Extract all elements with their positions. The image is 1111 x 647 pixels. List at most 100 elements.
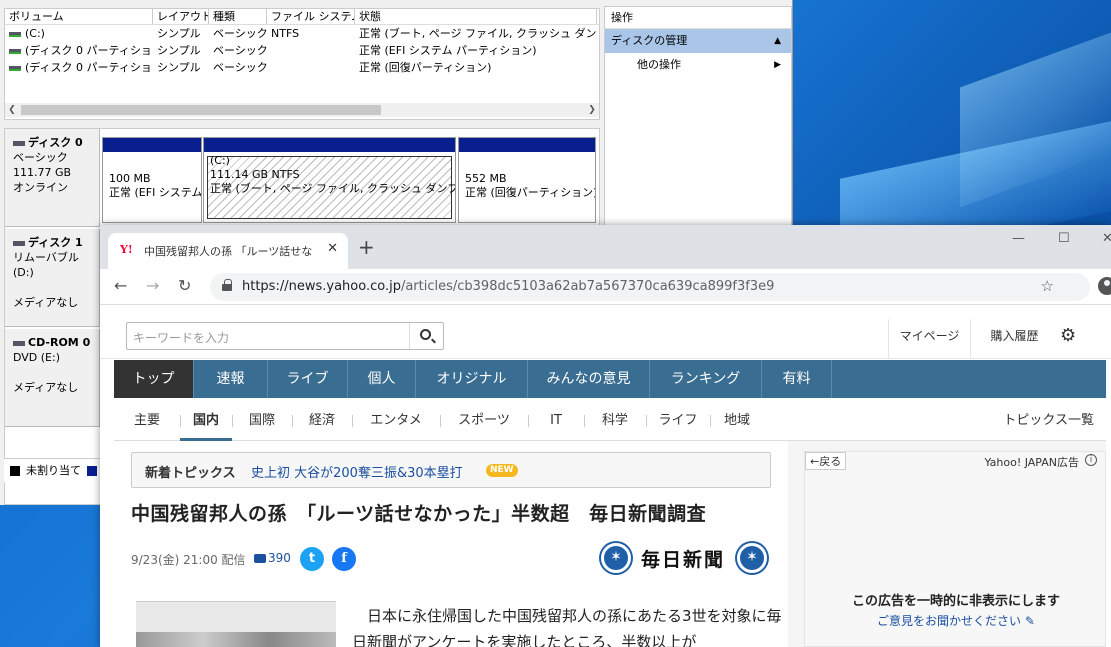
disk-title: ディスク 1 <box>28 236 83 249</box>
forward-icon[interactable]: → <box>146 277 159 295</box>
tab-economy[interactable]: 経済 <box>292 401 352 441</box>
gnav-paid[interactable]: 有料 <box>762 360 832 398</box>
tab-main[interactable]: 主要 <box>114 401 180 441</box>
volume-fs <box>267 59 355 76</box>
article-body: 日本に永住帰国した中国残留邦人の孫にあたる3世を対象に毎日新聞がアンケートを実施… <box>352 607 782 647</box>
volume-layout: シンプル <box>157 61 201 74</box>
horizontal-scrollbar[interactable]: ❮ ❯ <box>5 103 599 117</box>
action-other[interactable]: 他の操作 ▶ <box>605 53 791 77</box>
tab-strip: Y! 中国残留邦人の孫 「ルーツ話せな ✕ + — ☐ ✕ <box>100 225 1111 269</box>
gnav-top[interactable]: トップ <box>114 360 194 398</box>
partition-recovery[interactable]: 552 MB 正常 (回復パーティション) <box>458 137 596 223</box>
purchase-history-link[interactable]: 購入履歴 <box>970 319 1058 359</box>
partition-c[interactable]: (C:) 111.14 GB NTFS 正常 (ブート, ページ ファイル, クラッ… <box>203 137 456 223</box>
volume-row[interactable]: (ディスク 0 パーティション 4) シンプル ベーシック 正常 (回復パーティ… <box>5 59 599 76</box>
disk-icon <box>13 140 25 146</box>
scrollbar-thumb[interactable] <box>21 105 381 115</box>
actions-title: 操作 <box>605 7 791 29</box>
url-path: /articles/cb398dc5103a62ab7a567370ca639c… <box>400 279 775 294</box>
col-filesystem[interactable]: ファイル システム <box>267 9 355 24</box>
search-button[interactable] <box>409 323 443 349</box>
tab-it[interactable]: IT <box>528 401 584 441</box>
disk-1-label[interactable]: ディスク 1 リムーバブル (D:) メディアなし <box>5 229 100 327</box>
search-icon <box>420 329 431 340</box>
partition-size: 552 MB <box>465 172 507 185</box>
scroll-right-icon[interactable]: ❯ <box>585 103 599 117</box>
disk-icon <box>13 240 25 246</box>
volume-layout: シンプル <box>157 44 201 57</box>
tab-region[interactable]: 地域 <box>710 401 764 441</box>
bookmark-star-icon[interactable]: ☆ <box>1041 277 1054 295</box>
disk-type: リムーバブル (D:) <box>13 251 79 279</box>
col-status[interactable]: 状態 <box>355 9 597 24</box>
tab-life[interactable]: ライフ <box>646 401 710 441</box>
browser-tab[interactable]: Y! 中国残留邦人の孫 「ルーツ話せな ✕ <box>108 233 348 269</box>
partition-label: (C:) <box>210 154 230 167</box>
new-topics-headline[interactable]: 史上初 大谷が200奪三振&30本塁打 <box>251 462 463 481</box>
gnav-individual[interactable]: 個人 <box>348 360 416 398</box>
gnav-original[interactable]: オリジナル <box>416 360 528 398</box>
ad-panel: ←戻る Yahoo! JAPAN広告 i この広告を一時的に非表示にします ご意… <box>804 451 1106 647</box>
address-bar[interactable]: https://news.yahoo.co.jp/articles/cb398d… <box>210 273 1111 301</box>
maximize-icon[interactable]: ☐ <box>1058 231 1070 246</box>
volume-type: ベーシック <box>213 61 267 74</box>
close-tab-icon[interactable]: ✕ <box>327 241 338 256</box>
volume-layout: シンプル <box>157 27 201 40</box>
disk-state: メディアなし <box>13 296 79 309</box>
cdrom-0-label[interactable]: CD-ROM 0 DVD (E:) メディアなし <box>5 329 100 427</box>
comments-link[interactable]: 390 <box>254 551 291 565</box>
volume-name: (ディスク 0 パーティション 4) <box>25 61 153 74</box>
volume-status: 正常 (ブート, ページ ファイル, クラッシュ ダンプ, ベーシ <box>359 27 597 40</box>
ad-back-button[interactable]: ←戻る <box>805 452 847 470</box>
browser-toolbar: ← → ↻ https://news.yahoo.co.jp/articles/… <box>100 269 1111 305</box>
ad-feedback-link[interactable]: ご意見をお聞かせください ✎ <box>805 612 1107 629</box>
tab-sports[interactable]: スポーツ <box>440 401 528 441</box>
volume-list-header: ボリューム レイアウト 種類 ファイル システム 状態 <box>5 9 599 25</box>
tab-international[interactable]: 国際 <box>232 401 292 441</box>
gnav-live[interactable]: ライブ <box>268 360 348 398</box>
info-icon[interactable]: i <box>1085 454 1097 466</box>
partition-status: 正常 (EFI システム <box>109 186 201 199</box>
article-image[interactable] <box>136 601 336 647</box>
col-layout[interactable]: レイアウト <box>153 9 209 24</box>
collapse-up-icon[interactable]: ▲ <box>774 29 781 53</box>
disk-0-label[interactable]: ディスク 0 ベーシック 111.77 GB オンライン <box>5 129 100 227</box>
gnav-opinions[interactable]: みんなの意見 <box>528 360 650 398</box>
tab-science[interactable]: 科学 <box>584 401 646 441</box>
publisher-logo[interactable]: 毎日新聞 <box>601 541 771 575</box>
back-icon[interactable]: ← <box>114 277 127 295</box>
tab-title: 中国残留邦人の孫 「ルーツ話せな <box>144 245 313 258</box>
account-icon[interactable] <box>1098 277 1111 295</box>
ad-hidden-message: この広告を一時的に非表示にします <box>851 594 1060 609</box>
scroll-left-icon[interactable]: ❮ <box>5 103 19 117</box>
action-disk-management[interactable]: ディスクの管理 ▲ <box>605 29 791 53</box>
volume-row[interactable]: (ディスク 0 パーティション 1) シンプル ベーシック 正常 (EFI シス… <box>5 42 599 59</box>
close-window-icon[interactable]: ✕ <box>1102 231 1111 246</box>
external-edit-icon: ✎ <box>1024 614 1035 628</box>
lock-icon[interactable] <box>222 279 232 291</box>
yahoo-header: キーワードを入力 マイページ 購入履歴 ⚙ <box>100 305 1111 359</box>
topics-list-link[interactable]: トピックス一覧 <box>1003 401 1094 441</box>
tab-domestic[interactable]: 国内 <box>180 401 232 441</box>
reload-icon[interactable]: ↻ <box>178 277 191 295</box>
volume-status: 正常 (EFI システム パーティション) <box>359 44 537 57</box>
unallocated-swatch <box>10 466 20 476</box>
mypage-link[interactable]: マイページ <box>888 319 970 359</box>
volume-row[interactable]: (C:) シンプル ベーシック NTFS 正常 (ブート, ページ ファイル, … <box>5 25 599 42</box>
tab-entertainment[interactable]: エンタメ <box>352 401 440 441</box>
gnav-ranking[interactable]: ランキング <box>650 360 762 398</box>
disk-title: CD-ROM 0 <box>28 336 91 349</box>
gear-icon[interactable]: ⚙ <box>1060 327 1076 345</box>
search-input[interactable]: キーワードを入力 <box>133 329 229 346</box>
new-tab-icon[interactable]: + <box>358 237 375 257</box>
disk-state: メディアなし <box>13 381 79 394</box>
col-type[interactable]: 種類 <box>209 9 267 24</box>
partition-status: 正常 (ブート, ページ ファイル, クラッシュ ダンプ, ベーシ <box>210 182 455 195</box>
col-volume[interactable]: ボリューム <box>5 9 153 24</box>
twitter-icon[interactable]: t <box>300 547 324 571</box>
article-meta: 9/23(金) 21:00 配信 <box>131 553 246 567</box>
gnav-flash[interactable]: 速報 <box>194 360 268 398</box>
minimize-icon[interactable]: — <box>1012 231 1025 246</box>
facebook-icon[interactable]: f <box>332 547 356 571</box>
partition-efi[interactable]: 100 MB 正常 (EFI システム <box>102 137 202 223</box>
